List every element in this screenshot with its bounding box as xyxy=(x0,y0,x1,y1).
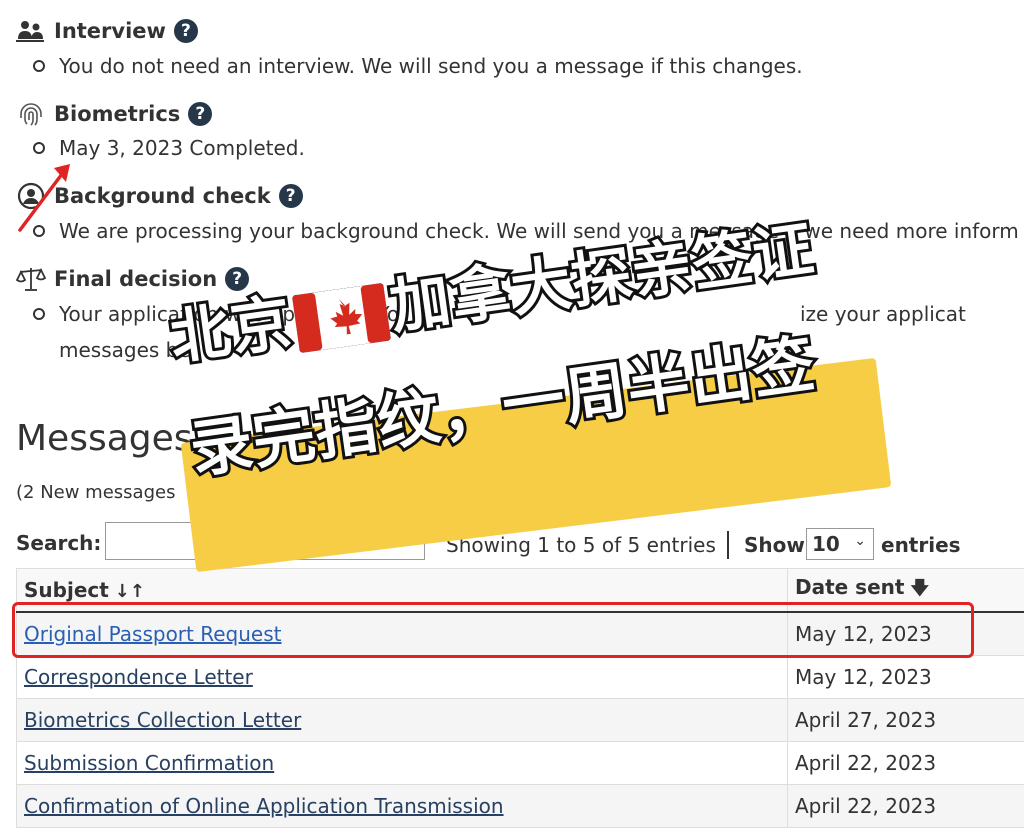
fingerprint-icon xyxy=(16,99,46,129)
chevron-down-icon: ⌄ xyxy=(854,533,866,549)
page-size-select[interactable]: 10 ⌄ xyxy=(806,528,874,560)
subject-header-label: Subject xyxy=(24,578,109,602)
interview-status: You do not need an interview. We will se… xyxy=(33,54,803,78)
bullet-icon xyxy=(33,308,45,320)
background-help-icon[interactable]: ? xyxy=(278,184,303,208)
table-row: Confirmation of Online Application Trans… xyxy=(16,784,1024,828)
scales-icon xyxy=(16,264,46,294)
people-icon xyxy=(16,16,46,46)
interview-title: Interview xyxy=(54,19,166,43)
message-link[interactable]: Confirmation of Online Application Trans… xyxy=(24,794,504,818)
bullet-icon xyxy=(33,142,45,154)
date-cell: April 22, 2023 xyxy=(787,741,1024,785)
date-cell: April 27, 2023 xyxy=(787,698,1024,742)
highlight-box xyxy=(12,602,974,658)
page: Interview ? You do not need an interview… xyxy=(0,0,1024,839)
interview-help-icon[interactable]: ? xyxy=(173,19,198,43)
interview-section-title: Interview ? xyxy=(16,16,198,46)
biometrics-status: May 3, 2023 Completed. xyxy=(33,136,305,160)
subject-cell: Submission Confirmation xyxy=(16,741,788,785)
message-link[interactable]: Submission Confirmation xyxy=(24,751,274,775)
biometrics-status-text: May 3, 2023 Completed. xyxy=(59,136,305,160)
biometrics-help-icon[interactable]: ? xyxy=(188,102,213,126)
search-label: Search: xyxy=(16,531,102,555)
subject-cell: Biometrics Collection Letter xyxy=(16,698,788,742)
separator xyxy=(727,531,729,559)
message-link[interactable]: Biometrics Collection Letter xyxy=(24,708,301,732)
show-label: Show xyxy=(744,533,805,557)
date-header-label: Date sent xyxy=(795,574,905,599)
final-status-text-end: ize your applicat xyxy=(800,302,966,326)
biometrics-title: Biometrics xyxy=(54,102,181,126)
table-row: Correspondence Letter May 12, 2023 xyxy=(16,655,1024,699)
showing-entries-info: Showing 1 to 5 of 5 entries xyxy=(446,533,716,557)
overlay-line-1-prefix: 北京 xyxy=(163,284,300,376)
date-cell: May 12, 2023 xyxy=(787,655,1024,699)
subject-cell: Confirmation of Online Application Trans… xyxy=(16,784,788,828)
red-arrow-icon xyxy=(18,164,70,232)
entries-label: entries xyxy=(881,533,961,557)
page-size-value: 10 xyxy=(812,532,840,556)
canada-flag-icon xyxy=(291,283,392,354)
table-row: Biometrics Collection Letter April 27, 2… xyxy=(16,698,1024,742)
new-messages-count: (2 New messages xyxy=(16,482,176,503)
table-row: Submission Confirmation April 22, 2023 xyxy=(16,741,1024,785)
subject-cell: Correspondence Letter xyxy=(16,655,788,699)
interview-status-text: You do not need an interview. We will se… xyxy=(59,54,803,78)
sort-icon: ↓↑ xyxy=(114,581,145,602)
sort-desc-icon: 🡇 xyxy=(910,577,929,599)
message-link[interactable]: Correspondence Letter xyxy=(24,665,253,689)
bullet-icon xyxy=(33,60,45,72)
biometrics-section-title: Biometrics ? xyxy=(16,99,213,129)
background-title: Background check xyxy=(54,184,271,208)
date-cell: April 22, 2023 xyxy=(787,784,1024,828)
